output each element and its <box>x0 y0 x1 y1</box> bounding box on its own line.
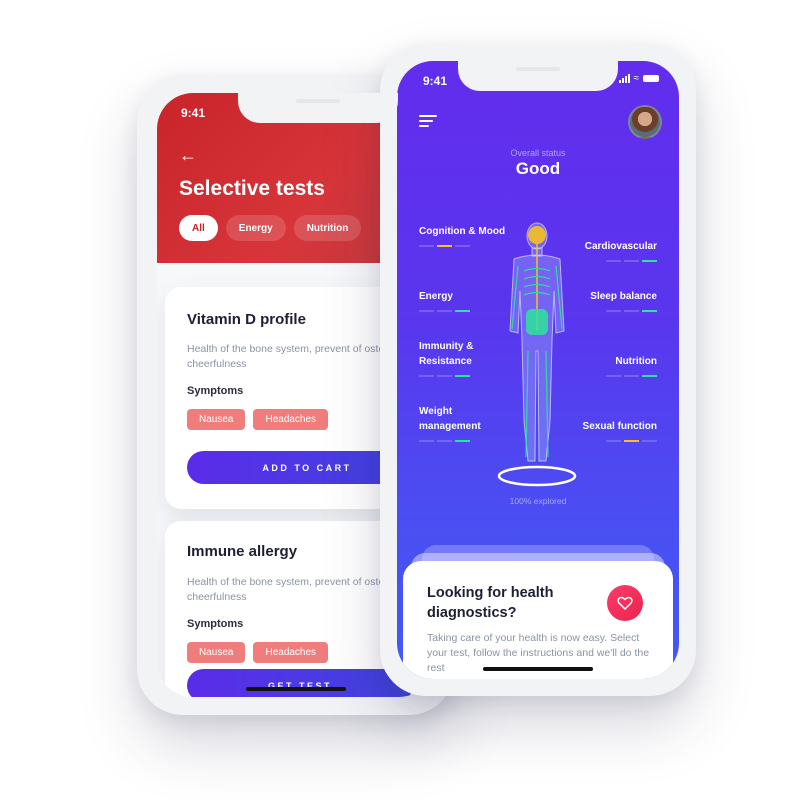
status-time: 9:41 <box>423 74 448 88</box>
symptom-tag: Nausea <box>187 642 246 663</box>
symptoms-label: Symptoms <box>187 618 244 630</box>
card-title: Immune allergy <box>187 543 298 560</box>
get-test-button[interactable]: GET TEST <box>187 669 413 697</box>
heart-icon <box>617 596 633 610</box>
symptom-tag: Headaches <box>253 642 329 663</box>
phone-mockup-health-status: 9:41 ≈ Overall status Good Cognition & M… <box>380 44 696 696</box>
home-indicator <box>483 667 593 671</box>
status-icons: ≈ <box>618 73 659 84</box>
human-body-illustration[interactable] <box>492 221 582 491</box>
arrow-left-icon[interactable]: ← <box>179 145 197 166</box>
filter-chip-all[interactable]: All <box>179 215 218 241</box>
battery-icon <box>643 75 659 82</box>
heart-button[interactable] <box>607 585 643 621</box>
diagnostics-title: Looking for health diagnostics? <box>427 585 554 621</box>
filter-chip-nutrition[interactable]: Nutrition <box>293 215 362 241</box>
signal-icon <box>618 74 630 83</box>
symptom-tags: Nausea Headaches <box>187 409 329 430</box>
home-indicator <box>246 687 346 691</box>
symptoms-label: Symptoms <box>187 385 244 397</box>
filter-chip-energy[interactable]: Energy <box>225 215 286 241</box>
overall-status-value: Good <box>515 159 561 178</box>
diagnostics-card[interactable]: Looking for health diagnostics? Taking c… <box>403 561 673 679</box>
page-title: Selective tests <box>179 177 325 200</box>
overall-status-label: Overall status <box>510 148 566 158</box>
filter-chips: All Energy Nutrition <box>179 215 362 241</box>
symptom-tag: Nausea <box>187 409 246 430</box>
explored-progress-text: 100% explored <box>509 496 567 506</box>
status-time: 9:41 <box>181 106 206 120</box>
menu-icon[interactable] <box>419 115 437 130</box>
notch <box>458 61 618 91</box>
wifi-icon: ≈ <box>633 73 640 84</box>
screen: 9:41 ≈ Overall status Good Cognition & M… <box>397 61 679 679</box>
symptom-tag: Headaches <box>253 409 329 430</box>
notch <box>238 93 399 123</box>
avatar[interactable] <box>628 105 662 139</box>
symptom-tags: Nausea Headaches <box>187 642 329 663</box>
card-title: Vitamin D profile <box>187 311 306 328</box>
